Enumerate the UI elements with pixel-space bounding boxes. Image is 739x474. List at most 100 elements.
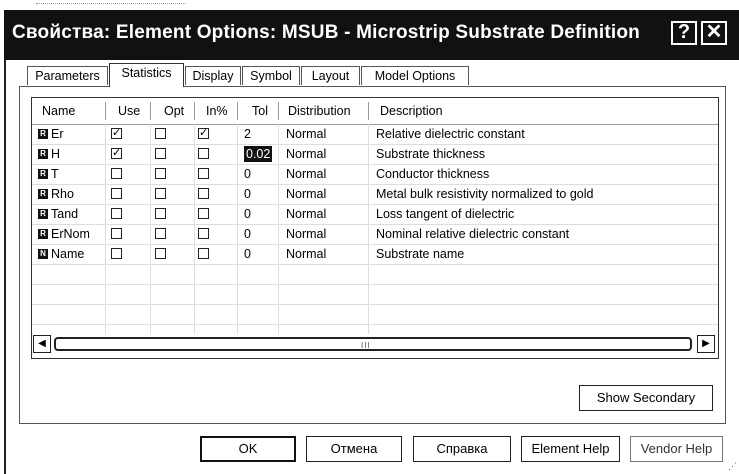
tab-model-options[interactable]: Model Options	[361, 66, 469, 85]
use-checkbox[interactable]	[111, 228, 122, 239]
parameter-name-cell[interactable]: RH	[38, 144, 60, 164]
column-divider[interactable]	[368, 102, 369, 120]
table-row[interactable]: R ErNom 0 Normal Nominal relative dielectric…	[32, 224, 718, 245]
distribution-cell[interactable]: Normal	[286, 224, 326, 244]
table-row[interactable]: R T 0 Normal Conductor thickness	[32, 164, 718, 185]
column-header-name[interactable]: Name	[42, 98, 75, 124]
column-header-tol[interactable]: Tol	[252, 98, 268, 124]
opt-checkbox[interactable]	[155, 168, 166, 179]
table-row[interactable]: N Name 0 Normal Substrate name	[32, 244, 718, 265]
tolerance-value: 2	[244, 127, 251, 141]
cancel-button[interactable]: Отмена	[306, 436, 402, 462]
column-header-distribution[interactable]: Distribution	[288, 98, 351, 124]
inpct-checkbox[interactable]	[198, 188, 209, 199]
table-row[interactable]: R Tand 0 Normal Loss tangent of dielectric	[32, 204, 718, 225]
column-divider[interactable]	[150, 102, 151, 120]
tolerance-cell[interactable]: 0	[244, 244, 251, 264]
tolerance-value: 0	[244, 247, 251, 261]
column-header-inpct[interactable]: In%	[206, 98, 228, 124]
parameter-name: Tand	[51, 207, 79, 221]
close-icon[interactable]: ✕	[701, 21, 727, 45]
parameter-name-cell[interactable]: R Rho	[38, 184, 74, 204]
parameter-name: H	[51, 147, 61, 161]
statistics-grid[interactable]: Name Use Opt In% Tol Distribution Descri…	[31, 97, 719, 359]
tolerance-cell[interactable]: 0	[244, 204, 251, 224]
tab-parameters[interactable]: Parameters	[27, 66, 108, 85]
vendor-help-button[interactable]: Vendor Help	[630, 436, 723, 462]
distribution-cell[interactable]: Normal	[286, 164, 326, 184]
column-divider[interactable]	[237, 102, 238, 120]
inpct-checkbox[interactable]	[198, 148, 209, 159]
distribution-cell[interactable]: Normal	[286, 204, 326, 224]
table-row[interactable]: R H ✓ 0.02 Normal Substrate thickness	[32, 144, 718, 165]
column-divider[interactable]	[194, 102, 195, 120]
inpct-checkbox[interactable]	[198, 228, 209, 239]
parameter-name-cell[interactable]: R ErNom	[38, 224, 90, 244]
parameter-name-cell[interactable]: R Tand	[38, 204, 78, 224]
column-header-use[interactable]: Use	[118, 98, 140, 124]
tolerance-value: 0	[244, 207, 251, 221]
parameter-name: Er	[51, 127, 64, 141]
help-button[interactable]: Справка	[413, 436, 511, 462]
opt-checkbox[interactable]	[155, 148, 166, 159]
inpct-checkbox[interactable]	[198, 248, 209, 259]
opt-checkbox[interactable]	[155, 128, 166, 139]
inpct-checkbox[interactable]: ✓	[198, 128, 209, 139]
show-secondary-button[interactable]: Show Secondary	[579, 385, 713, 411]
column-divider[interactable]	[278, 102, 279, 120]
use-checkbox[interactable]: ✓	[111, 148, 122, 159]
use-checkbox[interactable]	[111, 248, 122, 259]
use-checkbox[interactable]	[111, 188, 122, 199]
tolerance-value: 0.02	[244, 146, 273, 162]
scroll-thumb[interactable]: III	[54, 337, 692, 351]
distribution-cell[interactable]: Normal	[286, 244, 326, 264]
resize-grip-icon[interactable]: ⋰	[728, 461, 737, 472]
tolerance-cell[interactable]: 0.02	[244, 144, 273, 164]
table-row[interactable]: R Er ✓ ✓ 2 Normal Relative dielectric constant	[32, 124, 718, 145]
help-question-icon[interactable]: ?	[671, 21, 697, 45]
element-help-button[interactable]: Element Help	[521, 436, 620, 462]
real-param-icon: R	[38, 208, 48, 219]
parameter-name-cell[interactable]: RT	[38, 164, 59, 184]
opt-checkbox[interactable]	[155, 208, 166, 219]
ok-button[interactable]: OK	[200, 436, 296, 462]
tab-statistics[interactable]: Statistics	[109, 63, 184, 87]
opt-checkbox[interactable]	[155, 188, 166, 199]
tolerance-cell[interactable]: 0	[244, 184, 251, 204]
tab-display[interactable]: Display	[185, 66, 241, 85]
use-checkbox[interactable]	[111, 168, 122, 179]
title-bar[interactable]: Свойства: Element Options: MSUB - Micros…	[4, 10, 739, 60]
window-title: Свойства: Element Options: MSUB - Micros…	[12, 22, 640, 43]
use-checkbox[interactable]	[111, 208, 122, 219]
scroll-right-icon[interactable]: ▶	[697, 335, 715, 353]
parameter-name-cell[interactable]: R Er	[38, 124, 64, 144]
inpct-checkbox[interactable]	[198, 208, 209, 219]
tab-symbol[interactable]: Symbol	[242, 66, 300, 85]
tolerance-value: 0	[244, 167, 251, 181]
inpct-checkbox[interactable]	[198, 168, 209, 179]
use-checkbox[interactable]: ✓	[111, 128, 122, 139]
opt-checkbox[interactable]	[155, 248, 166, 259]
distribution-cell[interactable]: Normal	[286, 144, 326, 164]
tolerance-cell[interactable]: 2	[244, 124, 251, 144]
scroll-left-icon[interactable]: ◀	[33, 335, 51, 353]
column-header-description[interactable]: Description	[380, 98, 443, 124]
real-param-icon: R	[38, 168, 48, 179]
column-divider[interactable]	[105, 102, 106, 120]
distribution-cell[interactable]: Normal	[286, 124, 326, 144]
horizontal-scrollbar[interactable]: ◀ III ▶	[32, 334, 718, 356]
tab-layout[interactable]: Layout	[301, 66, 360, 85]
tolerance-cell[interactable]: 0	[244, 224, 251, 244]
real-param-icon: R	[38, 188, 48, 199]
description-cell: Loss tangent of dielectric	[376, 207, 515, 221]
opt-checkbox[interactable]	[155, 228, 166, 239]
table-row[interactable]: R Rho 0 Normal Metal bulk resistivity normal…	[32, 184, 718, 205]
tolerance-cell[interactable]: 0	[244, 164, 251, 184]
distribution-cell[interactable]: Normal	[286, 184, 326, 204]
column-header-opt[interactable]: Opt	[164, 98, 184, 124]
real-param-icon: R	[38, 148, 48, 159]
parameter-name-cell[interactable]: N Name	[38, 244, 84, 264]
string-param-icon: N	[38, 248, 48, 259]
dialog-window: Свойства: Element Options: MSUB - Micros…	[0, 0, 739, 474]
tolerance-value: 0	[244, 227, 251, 241]
